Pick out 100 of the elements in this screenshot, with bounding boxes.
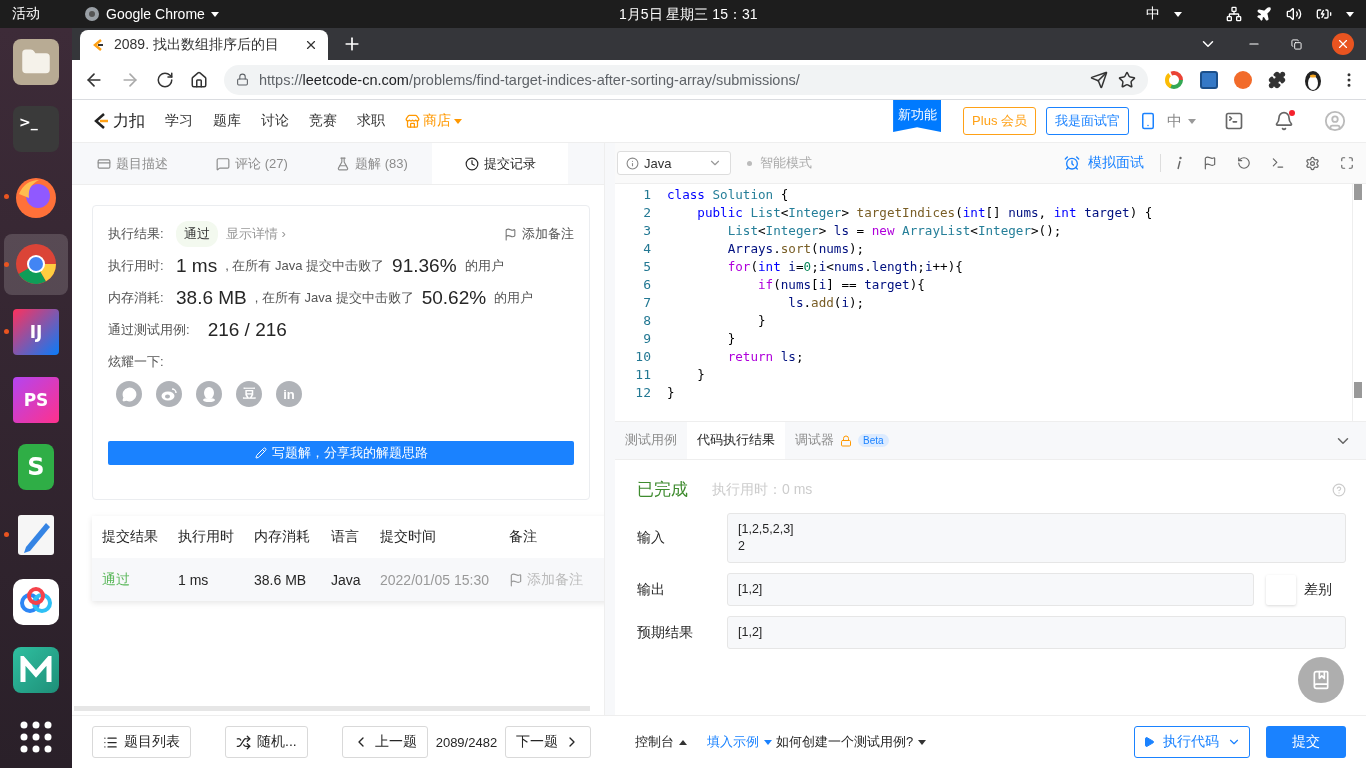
console-tab[interactable]: 测试用例 <box>615 422 687 459</box>
column-header: 语言 <box>331 528 360 546</box>
play-icon <box>1143 736 1155 748</box>
address-field[interactable]: https://leetcode-cn.com/problems/find-target-indices-after-sorting-array/submissions/ <box>224 64 1148 95</box>
field-label: 通过测试用例: <box>108 321 190 339</box>
console-tab[interactable]: 代码执行结果 <box>687 422 785 459</box>
dock-item[interactable]: PS <box>4 368 68 431</box>
interviewer-button[interactable]: 我是面试官 <box>1046 107 1129 135</box>
mind-map-app-icon[interactable] <box>13 646 59 693</box>
close-icon <box>1336 37 1350 51</box>
ide-app-icon[interactable]: IJ <box>13 308 59 355</box>
nav-link[interactable]: 求职 <box>357 112 385 130</box>
caret-icon <box>210 11 219 17</box>
dock-item[interactable] <box>4 233 68 296</box>
close-button[interactable] <box>1332 33 1354 55</box>
fullscreen-icon[interactable] <box>1340 156 1354 170</box>
help-link[interactable]: 如何创建一个测试用例? <box>776 733 927 751</box>
submit-button[interactable]: 提交 <box>1266 726 1346 758</box>
bookmark-star-icon[interactable] <box>1118 70 1136 89</box>
run-code-button[interactable]: 执行代码 <box>1134 726 1250 758</box>
problem-list-button[interactable]: 题目列表 <box>92 726 191 758</box>
scrollbar[interactable] <box>1352 184 1362 421</box>
field-label: 输出 <box>637 580 666 599</box>
nav-link[interactable]: 竞赛 <box>309 112 337 130</box>
list-icon <box>103 734 118 750</box>
panel-tab[interactable]: 提交记录 <box>432 143 568 184</box>
flag-icon[interactable] <box>1203 156 1217 170</box>
console-toggle[interactable]: 控制台 <box>635 733 687 751</box>
extension-icon[interactable] <box>1200 70 1218 89</box>
write-solution-button[interactable]: 写题解，分享我的解题思路 <box>108 441 574 465</box>
line-number: 2 <box>642 204 652 222</box>
language-select[interactable]: Java <box>617 151 731 175</box>
cloud-app-icon[interactable] <box>13 579 59 626</box>
previous-button[interactable]: 上一题 <box>341 726 428 758</box>
battery-icon <box>1316 6 1332 22</box>
close-icon[interactable] <box>304 38 318 52</box>
input-method[interactable]: 中 <box>1146 5 1160 23</box>
cases-value: 216 / 216 <box>207 319 287 341</box>
chat-bubbles-icon <box>121 386 137 402</box>
code-line: } <box>726 330 736 348</box>
logo-text[interactable]: 力扣 <box>113 110 145 132</box>
dock-item[interactable]: IJ <box>4 301 68 363</box>
nav-link[interactable]: 学习 <box>165 112 193 130</box>
random-button[interactable]: 随机... <box>225 726 308 758</box>
info-icon[interactable] <box>1175 156 1183 170</box>
next-button[interactable]: 下一题 <box>505 726 592 758</box>
ide-app-icon[interactable]: PS <box>13 376 59 423</box>
terminal-app-icon[interactable]: >_ <box>13 106 59 153</box>
playground-icon[interactable] <box>1224 111 1244 131</box>
console-tab[interactable]: 调试器 Beta <box>785 422 899 459</box>
browser-tab[interactable]: 2089. 找出数组排序后的目 <box>80 30 328 60</box>
field-label: 内存消耗: <box>108 289 165 307</box>
column-header: 内存消耗 <box>254 528 311 546</box>
home-icon[interactable] <box>190 70 208 89</box>
phone-icon[interactable] <box>1139 112 1157 130</box>
panel-tab[interactable]: 题目描述 <box>72 143 192 184</box>
reload-icon[interactable] <box>156 70 174 89</box>
color-ring-icon[interactable] <box>1164 69 1184 90</box>
app-grid-icon[interactable] <box>19 720 53 755</box>
bell-icon[interactable] <box>1274 111 1294 131</box>
result-line: [1,2,5,2,3] <box>738 521 795 538</box>
diff-toggle[interactable] <box>1266 574 1296 605</box>
spreadsheet-app-icon[interactable]: S <box>18 444 54 491</box>
files-app-icon[interactable] <box>13 38 59 85</box>
activities-button[interactable]: 活动 <box>12 5 40 23</box>
settings-icon[interactable] <box>1305 155 1320 171</box>
table-cell-text: 1 ms <box>178 571 210 588</box>
clock[interactable]: 1月5日 星期三 15：31 <box>619 6 758 24</box>
pencil-icon <box>254 447 267 459</box>
extensions-icon[interactable] <box>1268 70 1286 89</box>
mock-interview-link[interactable]: 模拟面试 <box>1064 154 1161 172</box>
new-feature-ribbon[interactable]: 新功能 <box>893 100 942 132</box>
scrollbar[interactable] <box>74 706 590 711</box>
text-editor-app-icon[interactable] <box>16 512 56 557</box>
nav-link[interactable]: 讨论 <box>261 112 289 130</box>
table-cell-text: Java <box>331 571 362 588</box>
caret-icon <box>1188 118 1196 124</box>
restore-icon[interactable] <box>1291 38 1302 50</box>
code-line: List<Integer> ls = new ArrayList<Integer>(); <box>726 222 1062 240</box>
fill-example-link[interactable]: 填入示例 <box>707 733 772 751</box>
line-number: 10 <box>634 348 652 366</box>
dock-item[interactable]: S <box>4 436 68 498</box>
store-icon <box>405 113 420 129</box>
panel-tab[interactable]: 题解 (83) <box>312 143 432 184</box>
weibo-icon <box>161 387 177 401</box>
line-number: 5 <box>642 258 652 276</box>
code-line: class Solution { <box>667 186 789 204</box>
language-select[interactable]: 中 <box>1167 111 1182 131</box>
reset-icon[interactable] <box>1237 156 1251 170</box>
add-note-button[interactable]: 添加备注 <box>504 225 574 243</box>
code-line: } <box>757 312 766 330</box>
panel-tab[interactable]: 评论 (27) <box>192 143 312 184</box>
app-menu[interactable]: Google Chrome <box>106 6 205 22</box>
details-link[interactable]: 显示详情 › <box>226 225 286 243</box>
flag-icon <box>509 572 523 587</box>
nav-link[interactable]: 题库 <box>213 112 241 130</box>
dock-item[interactable]: >_ <box>4 98 68 161</box>
line-number: 6 <box>642 276 652 294</box>
terminal-icon[interactable] <box>1271 156 1285 170</box>
send-icon[interactable] <box>1090 70 1108 89</box>
